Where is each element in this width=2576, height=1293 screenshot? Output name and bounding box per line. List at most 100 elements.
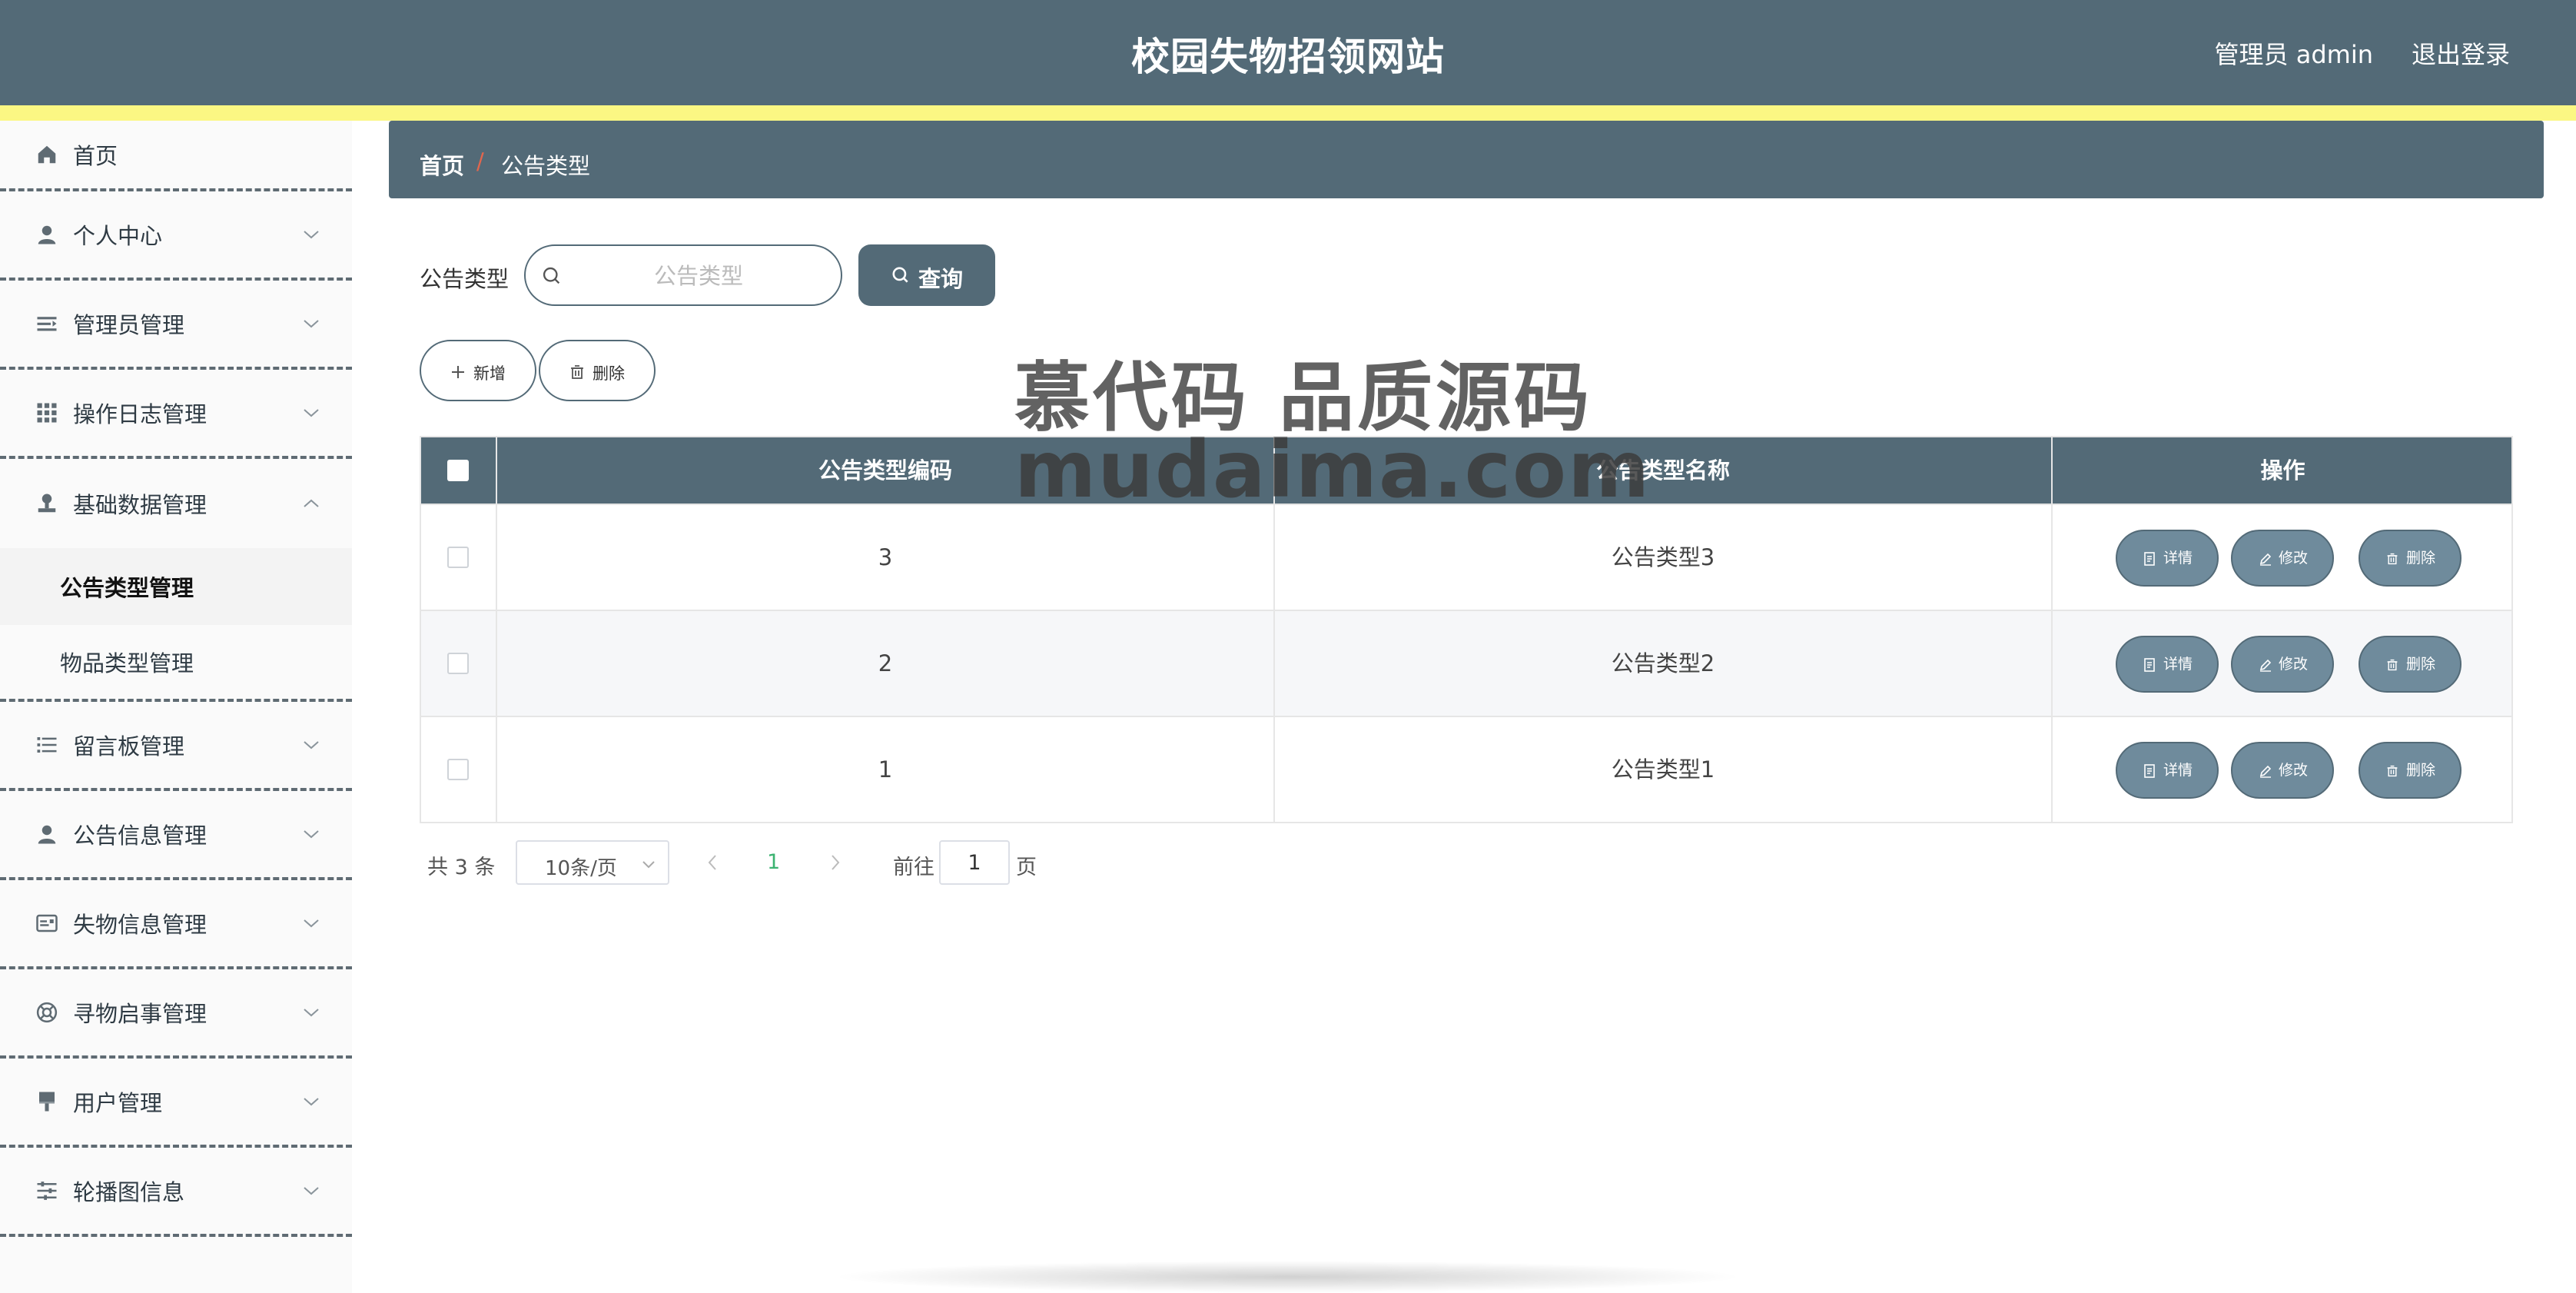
breadcrumb: 首页 / 公告类型 bbox=[389, 121, 2544, 198]
logout-link[interactable]: 退出登录 bbox=[2412, 35, 2510, 71]
cell-code: 3 bbox=[497, 505, 1275, 610]
sidebar-item-basic-data[interactable]: 基础数据管理 bbox=[0, 459, 352, 548]
breadcrumb-home-link[interactable]: 首页 bbox=[420, 148, 464, 181]
person-icon bbox=[38, 825, 56, 844]
cell-code: 1 bbox=[497, 717, 1275, 822]
pencil-icon bbox=[2259, 659, 2272, 672]
row-checkbox[interactable] bbox=[447, 759, 469, 780]
row-checkbox[interactable] bbox=[447, 653, 469, 674]
sidebar-item-label: 用户管理 bbox=[73, 1090, 163, 1116]
search-label: 公告类型 bbox=[420, 266, 510, 292]
sidebar-item-message-board[interactable]: 留言板管理 bbox=[0, 702, 352, 791]
detail-button[interactable]: 详情 bbox=[2116, 530, 2219, 587]
breadcrumb-separator: / bbox=[476, 148, 484, 175]
detail-button-label: 详情 bbox=[2163, 656, 2193, 673]
sidebar-subitem-notice-type[interactable]: 公告类型管理 bbox=[0, 548, 352, 625]
lifebuoy-icon bbox=[36, 1002, 58, 1023]
row-select-cell bbox=[421, 611, 497, 716]
sidebar-item-label: 管理员管理 bbox=[73, 312, 185, 338]
watermark-line2: mudaima.com bbox=[1014, 424, 1651, 516]
pencil-icon bbox=[2259, 553, 2272, 566]
document-icon bbox=[2144, 552, 2155, 566]
cell-actions: 详情 修改 删除 bbox=[2053, 505, 2513, 610]
select-all-checkbox[interactable] bbox=[447, 460, 469, 481]
row-checkbox[interactable] bbox=[447, 547, 469, 568]
sidebar-item-label: 留言板管理 bbox=[73, 733, 185, 760]
delete-button[interactable]: 删除 bbox=[2359, 530, 2461, 587]
page-size-select[interactable]: 10条/页 bbox=[516, 840, 669, 885]
page-size-value: 10条/页 bbox=[545, 857, 617, 880]
edit-button[interactable]: 修改 bbox=[2231, 636, 2334, 693]
pagination-total: 共 3 条 bbox=[427, 856, 496, 879]
breadcrumb-current: 公告类型 bbox=[501, 153, 591, 179]
page-number-1[interactable]: 1 bbox=[767, 850, 780, 874]
header-select-cell bbox=[421, 437, 497, 504]
sidebar: 首页 个人中心 管理员管理 操作日志管理 基础数据管理 公告类型管理 物品类型管… bbox=[0, 121, 352, 1293]
delete-button-label: 删除 bbox=[2406, 550, 2436, 567]
delete-button[interactable]: 删除 bbox=[2359, 636, 2461, 693]
goto-page-input[interactable] bbox=[939, 840, 1010, 885]
edit-button-label: 修改 bbox=[2279, 550, 2309, 567]
chevron-down-icon bbox=[304, 1098, 319, 1106]
delete-button-label: 删除 bbox=[2406, 762, 2436, 779]
user-icon bbox=[38, 225, 56, 244]
sidebar-subitem-item-type[interactable]: 物品类型管理 bbox=[0, 625, 352, 702]
row-select-cell bbox=[421, 717, 497, 822]
grid-icon bbox=[37, 403, 57, 423]
sidebar-item-label: 首页 bbox=[73, 143, 118, 169]
sidebar-item-search-notice[interactable]: 寻物启事管理 bbox=[0, 969, 352, 1059]
cell-name: 公告类型3 bbox=[1275, 505, 2053, 610]
top-header: 校园失物招领网站 管理员 admin 退出登录 bbox=[0, 0, 2576, 105]
sidebar-item-personal-center[interactable]: 个人中心 bbox=[0, 191, 352, 281]
stamp-icon bbox=[38, 494, 56, 513]
sidebar-item-notice-info[interactable]: 公告信息管理 bbox=[0, 791, 352, 880]
prev-page-button[interactable] bbox=[705, 853, 719, 872]
document-icon bbox=[2144, 764, 2155, 778]
delete-button-label: 删除 bbox=[593, 364, 625, 383]
brush-icon bbox=[39, 1092, 55, 1112]
search-input[interactable] bbox=[572, 257, 825, 295]
delete-button[interactable]: 删除 bbox=[2359, 742, 2461, 799]
sidebar-item-admin-management[interactable]: 管理员管理 bbox=[0, 281, 352, 370]
bottom-shadow bbox=[830, 1261, 1744, 1293]
batch-delete-button[interactable]: 删除 bbox=[539, 340, 656, 401]
sidebar-item-label: 基础数据管理 bbox=[73, 492, 207, 518]
sidebar-item-home[interactable]: 首页 bbox=[0, 121, 352, 191]
add-button[interactable]: 新增 bbox=[420, 340, 536, 401]
table-row: 3 公告类型3 详情 修改 删除 bbox=[421, 504, 2511, 610]
chevron-down-icon bbox=[304, 1187, 319, 1195]
header-accent-stripe bbox=[0, 105, 2576, 121]
detail-button[interactable]: 详情 bbox=[2116, 636, 2219, 693]
edit-button-label: 修改 bbox=[2279, 762, 2309, 779]
cell-code: 2 bbox=[497, 611, 1275, 716]
sidebar-item-label: 个人中心 bbox=[73, 223, 163, 249]
chevron-down-icon bbox=[642, 861, 655, 869]
document-icon bbox=[2144, 658, 2155, 672]
cell-name: 公告类型1 bbox=[1275, 717, 2053, 822]
sidebar-item-user-management[interactable]: 用户管理 bbox=[0, 1059, 352, 1148]
edit-button[interactable]: 修改 bbox=[2231, 742, 2334, 799]
cell-name: 公告类型2 bbox=[1275, 611, 2053, 716]
card-icon bbox=[36, 914, 58, 932]
chevron-down-icon bbox=[304, 830, 319, 839]
sidebar-item-lost-info[interactable]: 失物信息管理 bbox=[0, 880, 352, 969]
search-button[interactable]: 查询 bbox=[858, 244, 995, 306]
sidebar-item-operation-log[interactable]: 操作日志管理 bbox=[0, 370, 352, 459]
search-box[interactable] bbox=[524, 244, 842, 306]
current-user-label: 管理员 admin bbox=[2214, 40, 2373, 69]
cell-actions: 详情 修改 删除 bbox=[2053, 611, 2513, 716]
detail-button[interactable]: 详情 bbox=[2116, 742, 2219, 799]
column-header-actions: 操作 bbox=[2260, 457, 2305, 484]
table-row: 1 公告类型1 详情 修改 删除 bbox=[421, 716, 2511, 822]
edit-button[interactable]: 修改 bbox=[2231, 530, 2334, 587]
next-page-button[interactable] bbox=[828, 853, 842, 872]
search-icon bbox=[892, 267, 908, 283]
goto-label: 前往 bbox=[893, 856, 934, 879]
chevron-up-icon bbox=[304, 499, 319, 507]
search-button-label: 查询 bbox=[918, 266, 964, 292]
list-icon bbox=[37, 737, 57, 753]
sidebar-item-label: 失物信息管理 bbox=[73, 912, 207, 938]
row-select-cell bbox=[421, 505, 497, 610]
site-title: 校园失物招领网站 bbox=[1131, 35, 1445, 79]
sidebar-item-carousel-info[interactable]: 轮播图信息 bbox=[0, 1148, 352, 1237]
